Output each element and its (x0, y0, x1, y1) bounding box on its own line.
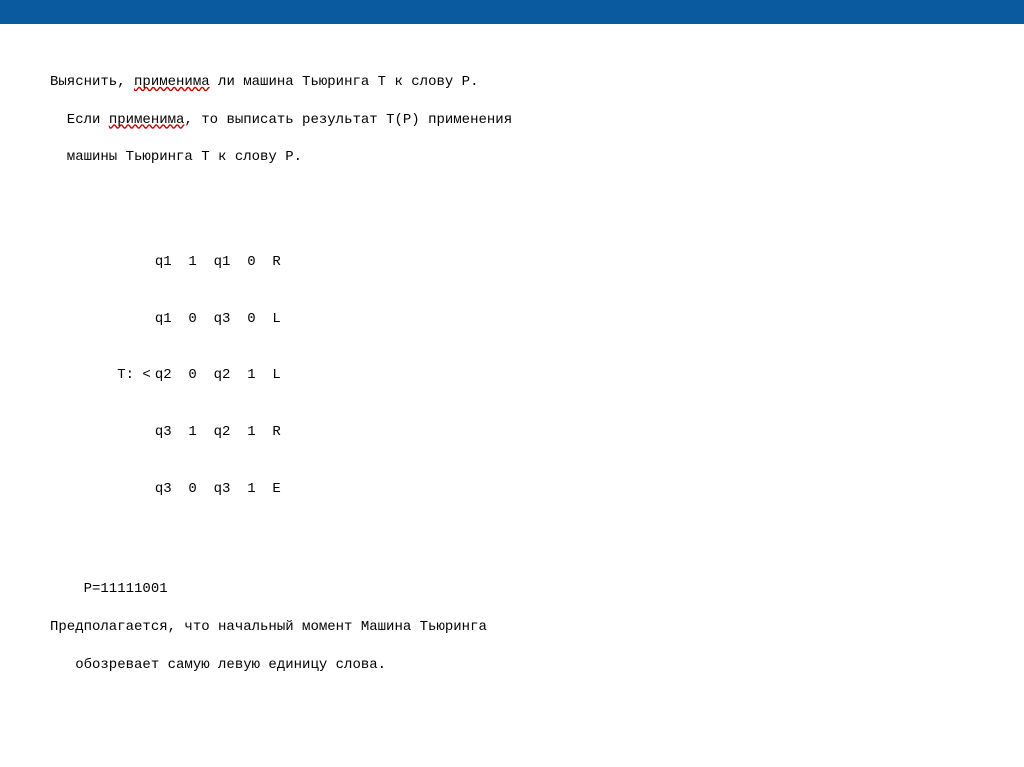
spellcheck-word: применима (109, 112, 185, 128)
header-bar (0, 0, 1024, 24)
task-line-1: Выяснить, применима ли машина Тьюринга Т… (50, 73, 984, 92)
transition-table: T: < q1 1 q1 0 R q1 0 q3 0 L q2 0 q2 1 L… (50, 215, 984, 536)
task-line-2: Если применима, то выписать результат Т(… (50, 111, 984, 130)
table-label: T: < (117, 366, 151, 385)
input-word: P=11111001 (50, 580, 984, 599)
assumption-line-1: Предполагается, что начальный момент Маш… (50, 618, 984, 637)
rule-row: q1 1 q1 0 R (155, 253, 281, 272)
task-line-3: машины Тьюринга Т к слову Р. (50, 148, 984, 167)
assumption-line-2: обозревает самую левую единицу слова. (50, 656, 984, 675)
rule-row: q1 0 q3 0 L (155, 310, 281, 329)
rule-row: q3 1 q2 1 R (155, 423, 281, 442)
transition-rules: q1 1 q1 0 R q1 0 q3 0 L q2 0 q2 1 L q3 1… (155, 215, 281, 536)
spellcheck-word: применима (134, 74, 210, 90)
blank-line (50, 720, 984, 739)
document-body: Выяснить, применима ли машина Тьюринга Т… (0, 24, 1024, 767)
rule-row: q2 0 q2 1 L (155, 366, 281, 385)
rule-row: q3 0 q3 1 E (155, 480, 281, 499)
